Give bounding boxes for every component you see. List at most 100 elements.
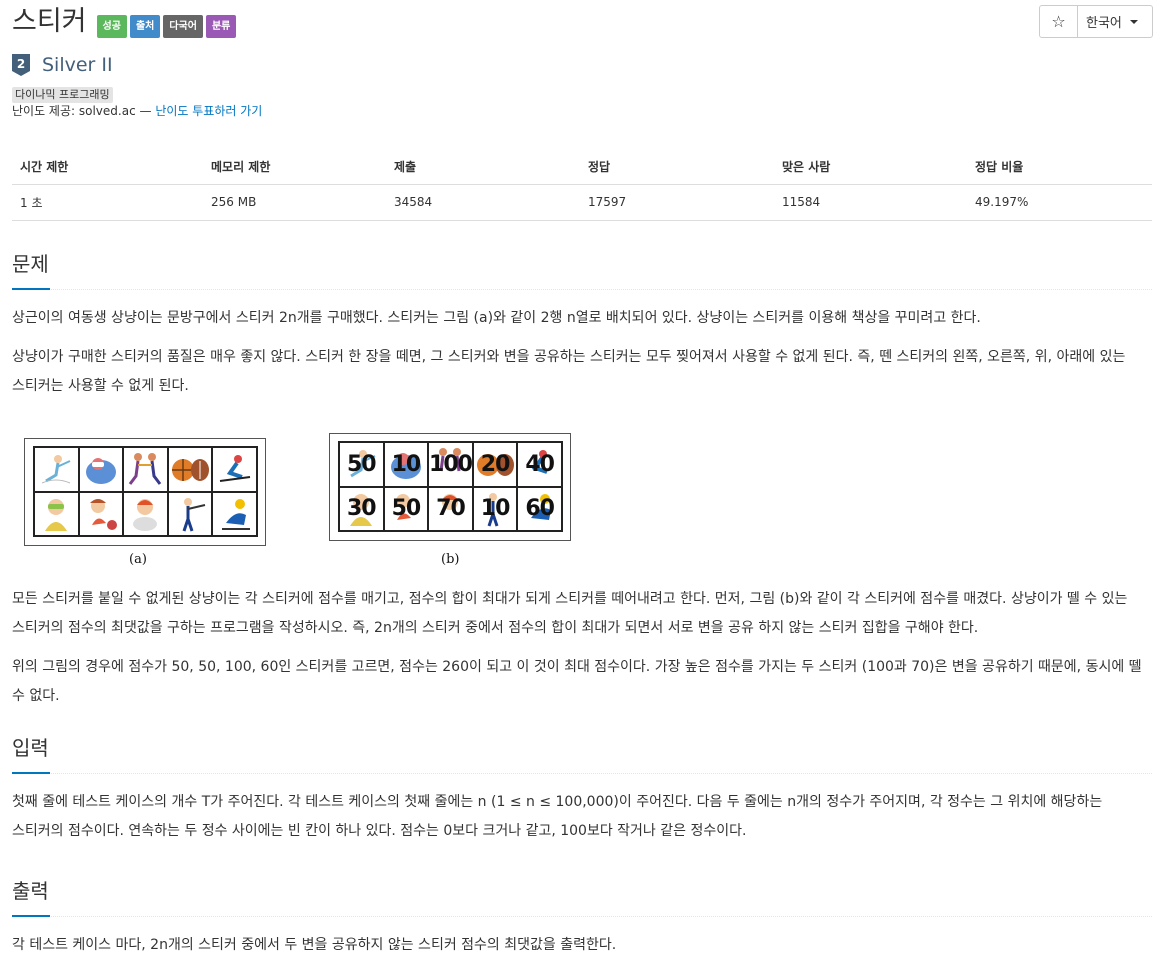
problem-paragraph-4: 위의 그림의 경우에 점수가 50, 50, 100, 60인 스티커를 고르면…	[12, 659, 1142, 704]
problem-heading-row: 문제	[12, 250, 1152, 290]
scored-sticker-cell: 10	[383, 442, 429, 487]
problem-paragraph-1: 상근이의 여동생 상냥이는 문방구에서 스티커 2n개를 구매했다. 스티커는 …	[12, 310, 981, 326]
figure-a-caption: (a)	[129, 552, 147, 567]
stats-header-row: 시간 제한 메모리 제한 제출 정답 맞은 사람 정답 비율	[12, 150, 1152, 185]
header-solved-users: 맞은 사람	[774, 150, 967, 185]
curling-girl-icon	[89, 498, 117, 530]
language-dropdown[interactable]: 한국어	[1078, 6, 1152, 37]
difficulty-credit: 난이도 제공: solved.ac — 난이도 투표하러 가기	[12, 102, 262, 120]
favorite-button[interactable]: ☆	[1040, 6, 1078, 37]
figure-b-caption: (b)	[441, 552, 460, 567]
title-row: 스티커 성공 출처 다국어 분류	[12, 4, 237, 40]
balls-icon	[172, 459, 210, 482]
sticker-cell	[123, 447, 168, 492]
problem-section-continued: 모든 스티커를 붙일 수 없게된 상냥이는 각 스티커에 점수를 매기고, 점수…	[12, 571, 1152, 711]
top-right-controls: ☆ 한국어	[1039, 5, 1153, 38]
output-paragraph: 각 테스트 케이스 마다, 2n개의 스티커 중에서 두 변을 공유하지 않는 …	[12, 937, 617, 953]
child-sticker-icon	[45, 498, 68, 531]
label-success[interactable]: 성공	[96, 14, 127, 38]
sticker-score: 20	[480, 451, 511, 477]
problem-section: 문제 상근이의 여동생 상냥이는 문방구에서 스티커 2n개를 구매했다. 스티…	[12, 250, 1152, 401]
sticker-score: 10	[391, 451, 422, 477]
header-accept-ratio: 정답 비율	[967, 150, 1152, 185]
caret-down-icon	[1129, 19, 1138, 24]
sticker-score: 70	[436, 496, 466, 522]
tier-badge-icon[interactable]: 2	[12, 54, 30, 76]
scored-sticker-cell: 50	[339, 442, 384, 487]
sticker-cell	[78, 491, 124, 536]
problem-stats-table: 시간 제한 메모리 제한 제출 정답 맞은 사람 정답 비율 1 초 256 M…	[12, 150, 1152, 221]
figure-skater-icon	[42, 455, 71, 484]
scored-sticker-cell: 20	[472, 442, 518, 487]
figure-a-frame	[24, 438, 266, 546]
label-category[interactable]: 분류	[205, 14, 237, 38]
language-label: 한국어	[1086, 16, 1122, 31]
sticker-cell	[212, 447, 257, 492]
sticker-score: 50	[391, 496, 422, 522]
algorithm-tag[interactable]: 다이나믹 프로그래밍	[12, 87, 113, 103]
header-accepted: 정답	[580, 150, 774, 185]
diver-icon	[85, 458, 116, 485]
value-submissions[interactable]: 34584	[386, 184, 580, 221]
tier-number: 2	[17, 57, 25, 71]
sticker-cell	[167, 491, 213, 536]
star-outline-icon: ☆	[1051, 12, 1066, 31]
sticker-score: 100	[429, 451, 472, 477]
sticker-score: 50	[346, 451, 377, 477]
scored-sticker-cell: 30	[339, 486, 384, 531]
sticker-grid-a	[33, 446, 258, 537]
output-heading-row: 출력	[12, 877, 1152, 917]
skier-icon	[219, 455, 250, 483]
problem-paragraph-3: 모든 스티커를 붙일 수 없게된 상냥이는 각 스티커에 점수를 매기고, 점수…	[12, 591, 1128, 636]
scored-sticker-cell: 70	[428, 486, 473, 531]
heading-underline	[12, 772, 50, 774]
sticker-grid-b: 50 10 100 20 40 30 50 70 10 60	[338, 441, 563, 532]
stats-value-row: 1 초 256 MB 34584 17597 11584 49.197%	[12, 184, 1152, 221]
figure-b-frame: 50 10 100 20 40 30 50 70 10 60	[329, 433, 571, 541]
value-time-limit: 1 초	[12, 184, 203, 221]
input-heading: 입력	[12, 736, 49, 760]
value-solved-users[interactable]: 11584	[774, 184, 967, 221]
scored-sticker-cell: 10	[472, 486, 518, 531]
sticker-score: 30	[346, 496, 377, 522]
sticker-score: 10	[480, 496, 511, 522]
sticker-cell	[167, 447, 213, 492]
scored-sticker-cell: 50	[383, 486, 429, 531]
input-paragraph: 첫째 줄에 테스트 케이스의 개수 T가 주어진다. 각 테스트 케이스의 첫째…	[12, 794, 1103, 839]
sticker-score: 60	[525, 496, 555, 522]
sticker-cell	[123, 491, 168, 536]
tag-row: 다이나믹 프로그래밍	[12, 83, 113, 103]
page-title: 스티커	[12, 6, 87, 37]
input-section: 입력 첫째 줄에 테스트 케이스의 개수 T가 주어진다. 각 테스트 케이스의…	[12, 734, 1152, 846]
output-heading: 출력	[12, 879, 49, 903]
tier-row: 2 Silver II	[12, 53, 113, 77]
heading-underline	[12, 288, 50, 290]
scored-sticker-cell: 60	[517, 486, 562, 531]
output-section: 출력 각 테스트 케이스 마다, 2n개의 스티커 중에서 두 변을 공유하지 …	[12, 877, 1152, 960]
problem-labels: 성공 출처 다국어 분류	[96, 14, 237, 38]
skaters-pair-icon	[129, 453, 162, 486]
header-time-limit: 시간 제한	[12, 150, 203, 185]
sticker-cell	[78, 447, 124, 492]
problem-heading: 문제	[12, 252, 49, 276]
label-source[interactable]: 출처	[129, 14, 161, 38]
tier-name[interactable]: Silver II	[42, 53, 113, 77]
header-submissions: 제출	[386, 150, 580, 185]
vote-difficulty-link[interactable]: 난이도 투표하러 가기	[155, 104, 262, 118]
sticker-cell	[34, 447, 79, 492]
sticker-cell	[34, 491, 79, 536]
scored-sticker-cell: 100	[428, 442, 473, 487]
scored-sticker-cell: 40	[517, 442, 562, 487]
label-multilang[interactable]: 다국어	[163, 14, 203, 38]
sledder-icon	[221, 498, 250, 530]
value-accepted[interactable]: 17597	[580, 184, 774, 221]
hockey-kid-icon	[133, 498, 158, 531]
sticker-cell	[212, 491, 257, 536]
credit-prefix: 난이도 제공: solved.ac —	[12, 104, 152, 118]
problem-paragraph-2: 상냥이가 구매한 스티커의 품질은 매우 좋지 않다. 스티커 한 장을 떼면,…	[12, 349, 1126, 394]
input-heading-row: 입력	[12, 734, 1152, 774]
header-memory-limit: 메모리 제한	[203, 150, 386, 185]
value-memory-limit: 256 MB	[203, 184, 386, 221]
value-accept-ratio: 49.197%	[967, 184, 1152, 221]
sticker-score: 40	[525, 451, 555, 477]
